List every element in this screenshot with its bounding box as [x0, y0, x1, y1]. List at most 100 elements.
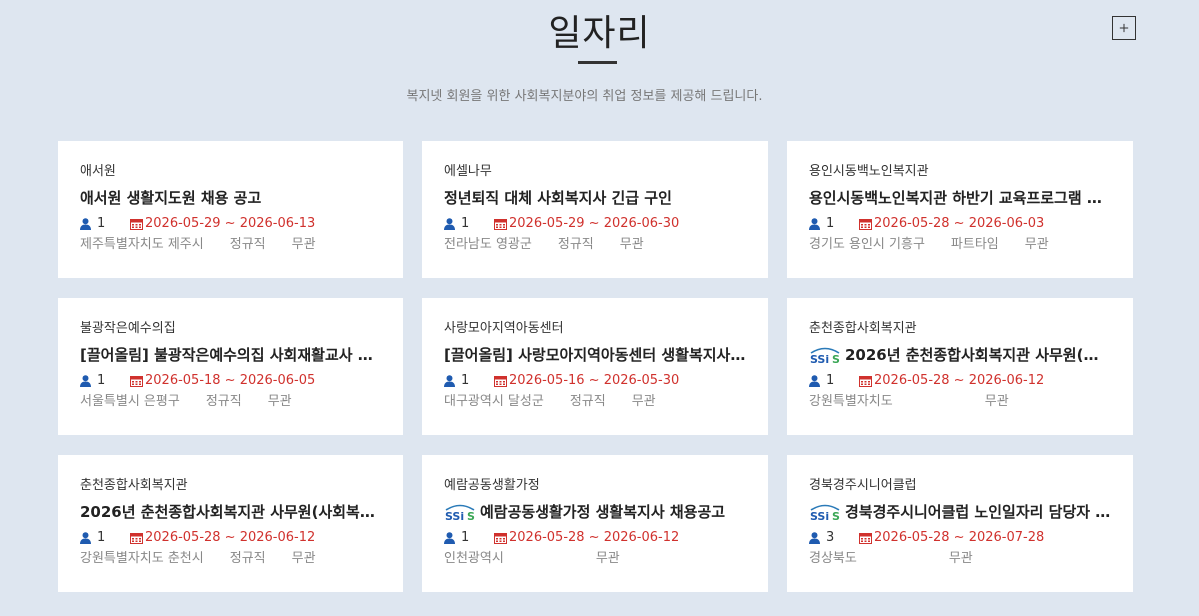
headcount-value: 3 — [826, 530, 835, 545]
period: 2026-05-28 ~ 2026-06-12 — [130, 530, 315, 546]
job-info: 인천광역시 무관 — [444, 551, 746, 567]
location: 강원특별자치도 춘천시 — [80, 551, 204, 566]
job-card[interactable]: 사랑모아지역아동센터 [끌어올림] 사랑모아지역아동센터 생활복지사 … 1 2026… — [422, 298, 768, 435]
employment-type: 정규직 — [229, 551, 266, 566]
org-name: 불광작은예수의집 — [80, 321, 176, 336]
job-card[interactable]: 애서원애서원 생활지도원 채용 공고 1 2026-05-29 ~ 2026-06-… — [58, 141, 403, 278]
period: 2026-05-18 ~ 2026-06-05 — [130, 373, 315, 389]
org-name: 춘천종합사회복지관 — [809, 321, 917, 336]
location: 제주특별자치도 제주시 — [80, 237, 204, 252]
job-title[interactable]: SSi S 2026년 춘천종합사회복지관 사무원(사회… — [809, 345, 1111, 365]
job-card[interactable]: 용인시동백노인복지관용인시동백노인복지관 하반기 교육프로그램 강… 1 2026-… — [787, 141, 1133, 278]
headcount-value: 1 — [97, 530, 106, 545]
title-underline — [578, 61, 617, 64]
headcount-value: 1 — [826, 216, 835, 231]
job-title-text: [끌어올림] 불광작은예수의집 사회재활교사 채… — [80, 346, 381, 364]
headcount-value: 1 — [461, 530, 470, 545]
job-card[interactable]: 에셀나무 정년퇴직 대체 사회복지사 긴급 구인 1 2026-05-29 ~ 202… — [422, 141, 768, 278]
job-card[interactable]: 춘천종합사회복지관 SSi S 2026년 춘천종합사회복지관 사무원(사회… 1 202… — [787, 298, 1133, 435]
job-info: 경기도 용인시 기흥구 파트타임 무관 — [809, 237, 1111, 253]
job-meta: 1 2026-05-28 ~ 2026-06-12 — [444, 530, 746, 546]
education: 무관 — [631, 394, 656, 409]
headcount: 3 — [809, 530, 859, 546]
period-value: 2026-05-18 ~ 2026-06-05 — [145, 373, 316, 388]
period: 2026-05-28 ~ 2026-06-12 — [859, 373, 1044, 389]
headcount: 1 — [444, 530, 494, 546]
employment-type — [919, 394, 959, 410]
headcount-value: 1 — [97, 216, 106, 231]
period-value: 2026-05-16 ~ 2026-05-30 — [509, 373, 680, 388]
job-title[interactable]: [끌어올림] 불광작은예수의집 사회재활교사 채… — [80, 345, 381, 365]
employment-type: 정규직 — [205, 394, 242, 409]
svg-text:S: S — [832, 510, 840, 521]
person-icon — [80, 218, 91, 230]
education: 무관 — [595, 551, 620, 566]
job-title[interactable]: 용인시동백노인복지관 하반기 교육프로그램 강… — [809, 188, 1111, 208]
job-info: 대구광역시 달성군 정규직 무관 — [444, 394, 746, 410]
job-title[interactable]: 정년퇴직 대체 사회복지사 긴급 구인 — [444, 188, 746, 208]
job-title[interactable]: 애서원 생활지도원 채용 공고 — [80, 188, 381, 208]
calendar-icon — [859, 533, 872, 544]
job-card[interactable]: 경북경주시니어클럽 SSi S 경북경주시니어클럽 노인일자리 담당자 … 3 2026-… — [787, 455, 1133, 592]
job-title-text: 2026년 춘천종합사회복지관 사무원(사회복지… — [80, 503, 381, 521]
employment-type: 파트타임 — [950, 237, 999, 252]
more-button[interactable] — [1112, 16, 1136, 40]
org-name: 애서원 — [80, 164, 116, 179]
job-meta: 1 2026-05-16 ~ 2026-05-30 — [444, 373, 746, 389]
period-value: 2026-05-29 ~ 2026-06-30 — [509, 216, 680, 231]
svg-text:SSi: SSi — [810, 510, 829, 521]
headcount-value: 1 — [461, 373, 470, 388]
job-meta: 1 2026-05-28 ~ 2026-06-12 — [80, 530, 381, 546]
period-value: 2026-05-28 ~ 2026-06-12 — [145, 530, 316, 545]
job-title[interactable]: 2026년 춘천종합사회복지관 사무원(사회복지… — [80, 502, 381, 522]
education: 무관 — [984, 394, 1009, 409]
person-icon — [444, 218, 455, 230]
period-value: 2026-05-29 ~ 2026-06-13 — [145, 216, 316, 231]
person-icon — [809, 218, 820, 230]
job-info: 서울특별시 은평구 정규직 무관 — [80, 394, 381, 410]
job-info: 제주특별자치도 제주시 정규직 무관 — [80, 237, 381, 253]
period: 2026-05-16 ~ 2026-05-30 — [494, 373, 679, 389]
calendar-icon — [859, 219, 872, 230]
location: 경기도 용인시 기흥구 — [809, 237, 925, 252]
job-card[interactable]: 춘천종합사회복지관 2026년 춘천종합사회복지관 사무원(사회복지… 1 2026-… — [58, 455, 403, 592]
headcount-value: 1 — [461, 216, 470, 231]
ssis-logo-icon: SSi S — [810, 347, 840, 364]
calendar-icon — [130, 533, 143, 544]
ssis-logo-icon: SSi S — [445, 504, 475, 521]
job-title-text: [끌어올림] 사랑모아지역아동센터 생활복지사 … — [444, 346, 746, 364]
job-title-text: 경북경주시니어클럽 노인일자리 담당자 … — [845, 503, 1111, 521]
job-title[interactable]: SSi S 경북경주시니어클럽 노인일자리 담당자 … — [809, 502, 1111, 522]
ssis-logo-icon: SSi S — [810, 504, 840, 521]
period-value: 2026-05-28 ~ 2026-06-12 — [509, 530, 680, 545]
calendar-icon — [494, 533, 507, 544]
headcount: 1 — [80, 216, 130, 232]
job-card[interactable]: 예람공동생활가정 SSi S 예람공동생활가정 생활복지사 채용공고 1 2026-05-… — [422, 455, 768, 592]
calendar-icon — [494, 376, 507, 387]
page-title: 일자리 — [548, 13, 651, 54]
period: 2026-05-28 ~ 2026-06-03 — [859, 216, 1044, 232]
calendar-icon — [859, 376, 872, 387]
job-title[interactable]: [끌어올림] 사랑모아지역아동센터 생활복지사 … — [444, 345, 746, 365]
job-title-text: 2026년 춘천종합사회복지관 사무원(사회… — [845, 346, 1111, 364]
calendar-icon — [130, 376, 143, 387]
org-name: 용인시동백노인복지관 — [809, 164, 929, 179]
education: 무관 — [619, 237, 644, 252]
job-info: 전라남도 영광군 정규직 무관 — [444, 237, 746, 253]
education: 무관 — [1024, 237, 1049, 252]
headcount-value: 1 — [97, 373, 106, 388]
person-icon — [444, 532, 455, 544]
plus-icon — [1119, 23, 1129, 33]
svg-text:SSi: SSi — [445, 510, 464, 521]
location: 경상북도 — [809, 551, 857, 566]
svg-text:S: S — [467, 510, 475, 521]
location: 인천광역시 — [444, 551, 504, 566]
job-info: 경상북도 무관 — [809, 551, 1111, 567]
period: 2026-05-28 ~ 2026-07-28 — [859, 530, 1044, 546]
job-title[interactable]: SSi S 예람공동생활가정 생활복지사 채용공고 — [444, 502, 746, 522]
period: 2026-05-29 ~ 2026-06-13 — [130, 216, 315, 232]
job-card[interactable]: 불광작은예수의집 [끌어올림] 불광작은예수의집 사회재활교사 채… 1 2026-0… — [58, 298, 403, 435]
job-meta: 3 2026-05-28 ~ 2026-07-28 — [809, 530, 1111, 546]
period: 2026-05-29 ~ 2026-06-30 — [494, 216, 679, 232]
education: 무관 — [267, 394, 292, 409]
